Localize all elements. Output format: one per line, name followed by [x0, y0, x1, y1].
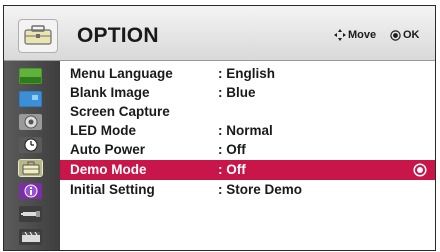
- move-hint: Move: [334, 29, 376, 41]
- audio-icon[interactable]: [19, 114, 42, 130]
- picture-icon[interactable]: [19, 68, 42, 84]
- info-icon[interactable]: [19, 183, 42, 199]
- option-list: Menu Language : English Blank Image : Bl…: [60, 61, 435, 250]
- menu-item-screen-capture[interactable]: Screen Capture: [60, 102, 435, 122]
- menu-item-label: Menu Language: [70, 66, 173, 81]
- option-menu-window: OPTION Move OK Menu Language: English B…: [3, 5, 436, 251]
- menu-item-value: : Off: [218, 142, 246, 157]
- menu-header: OPTION Move OK: [4, 6, 435, 61]
- menu-item-value: : Off: [218, 162, 246, 177]
- menu-item-auto-power[interactable]: Auto Power : Off: [60, 140, 435, 160]
- time-icon[interactable]: [19, 137, 42, 153]
- menu-item-label: Demo Mode: [70, 162, 147, 177]
- menu-item-blank-image[interactable]: Blank Image : Blue: [60, 83, 435, 103]
- menu-item-value: : Blue: [218, 85, 256, 100]
- move-hint-label: Move: [348, 29, 377, 41]
- screen-icon[interactable]: [19, 91, 42, 107]
- ok-hint-label: OK: [403, 29, 420, 41]
- menu-item-demo-mode[interactable]: Demo Mode : Off: [60, 160, 435, 180]
- option-toolbox-icon: [18, 19, 58, 53]
- input-icon[interactable]: [19, 206, 42, 222]
- menu-item-value: : Store Demo: [218, 182, 303, 197]
- movie-icon[interactable]: [19, 229, 42, 245]
- menu-item-label: Blank Image: [70, 85, 150, 100]
- menu-item-label: Screen Capture: [70, 104, 170, 119]
- menu-item-led-mode[interactable]: LED Mode : Normal: [60, 121, 435, 141]
- menu-item-label: Auto Power: [70, 142, 146, 157]
- ok-button-icon: [413, 163, 427, 177]
- ok-button-icon: [390, 29, 401, 41]
- menu-item-label: Initial Setting: [70, 182, 155, 197]
- menu-item-value: : English: [218, 66, 275, 81]
- option-icon[interactable]: [18, 159, 43, 177]
- menu-item-initial-setting[interactable]: Initial Setting : Store Demo: [60, 180, 435, 200]
- four-way-arrow-icon: [334, 29, 346, 41]
- category-sidebar: [4, 61, 60, 250]
- menu-item-value: : Normal: [218, 123, 273, 138]
- page-title: OPTION: [77, 24, 159, 47]
- menu-item-label: LED Mode: [70, 123, 136, 138]
- ok-hint: OK: [390, 29, 420, 41]
- menu-item-menu-language[interactable]: Menu Language : English: [60, 64, 435, 84]
